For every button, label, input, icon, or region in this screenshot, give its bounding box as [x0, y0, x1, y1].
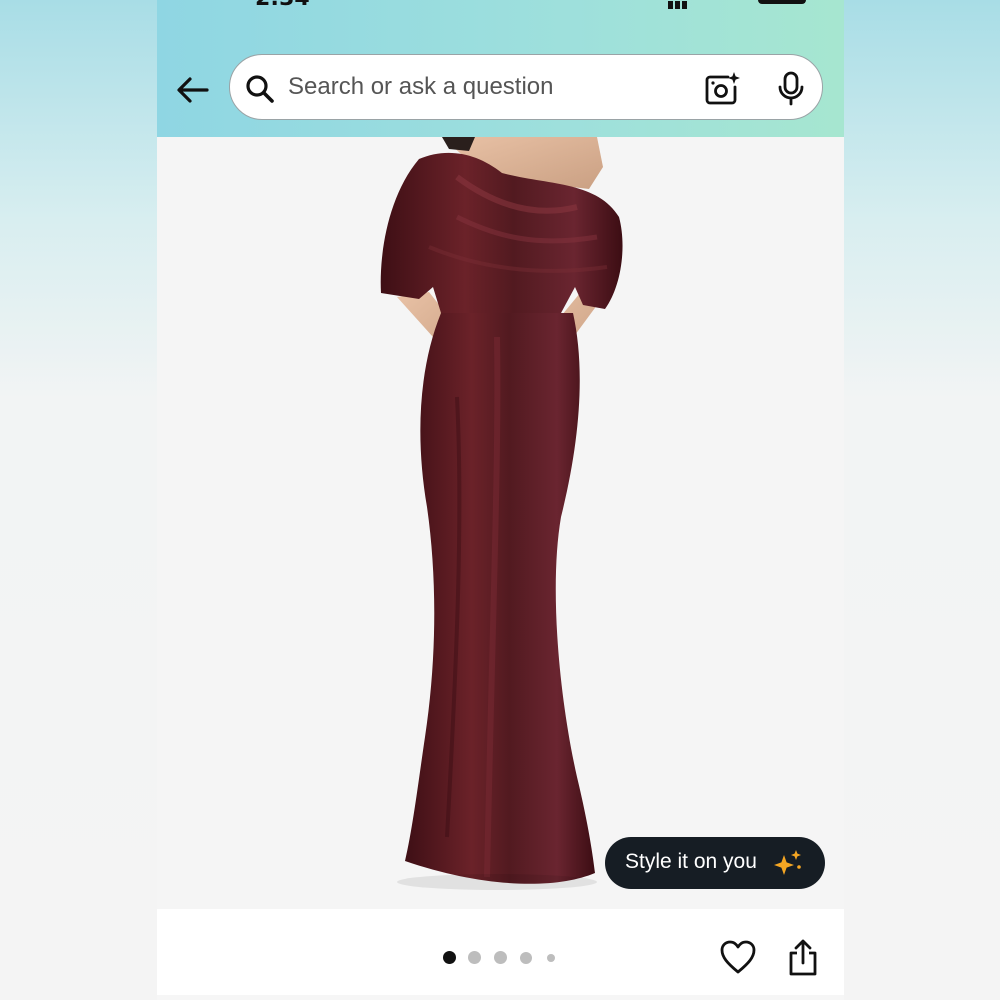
carousel-dot-active[interactable] — [443, 951, 456, 964]
search-bar[interactable]: Search or ask a question — [229, 54, 823, 120]
signal-icon — [668, 0, 689, 13]
search-icon — [246, 75, 274, 103]
heart-icon[interactable] — [719, 939, 757, 975]
status-icons — [668, 0, 806, 9]
battery-icon — [758, 0, 806, 4]
dress-photo — [380, 137, 623, 890]
back-button[interactable] — [173, 70, 213, 110]
carousel-dot[interactable] — [468, 951, 481, 964]
product-image[interactable]: Style it on you — [157, 137, 844, 909]
microphone-icon[interactable] — [776, 71, 806, 107]
status-time: 2:34 — [255, 0, 310, 11]
search-input[interactable]: Search or ask a question — [288, 73, 554, 101]
style-it-on-you-button[interactable]: Style it on you — [605, 837, 825, 889]
carousel-dot[interactable] — [520, 952, 532, 964]
share-icon[interactable] — [787, 937, 819, 977]
app-header: 2:34 Search or ask a question — [157, 0, 844, 137]
status-bar: 2:34 — [157, 0, 844, 12]
carousel-dot[interactable] — [547, 954, 555, 962]
arrow-left-icon — [177, 77, 209, 103]
image-actions-bar — [157, 909, 844, 995]
camera-sparkle-icon[interactable] — [704, 71, 740, 107]
style-it-on-you-label: Style it on you — [625, 850, 757, 873]
carousel-dot[interactable] — [494, 951, 507, 964]
sparkle-icon — [774, 850, 801, 875]
phone-screen: 2:34 Search or ask a question — [157, 0, 844, 1000]
